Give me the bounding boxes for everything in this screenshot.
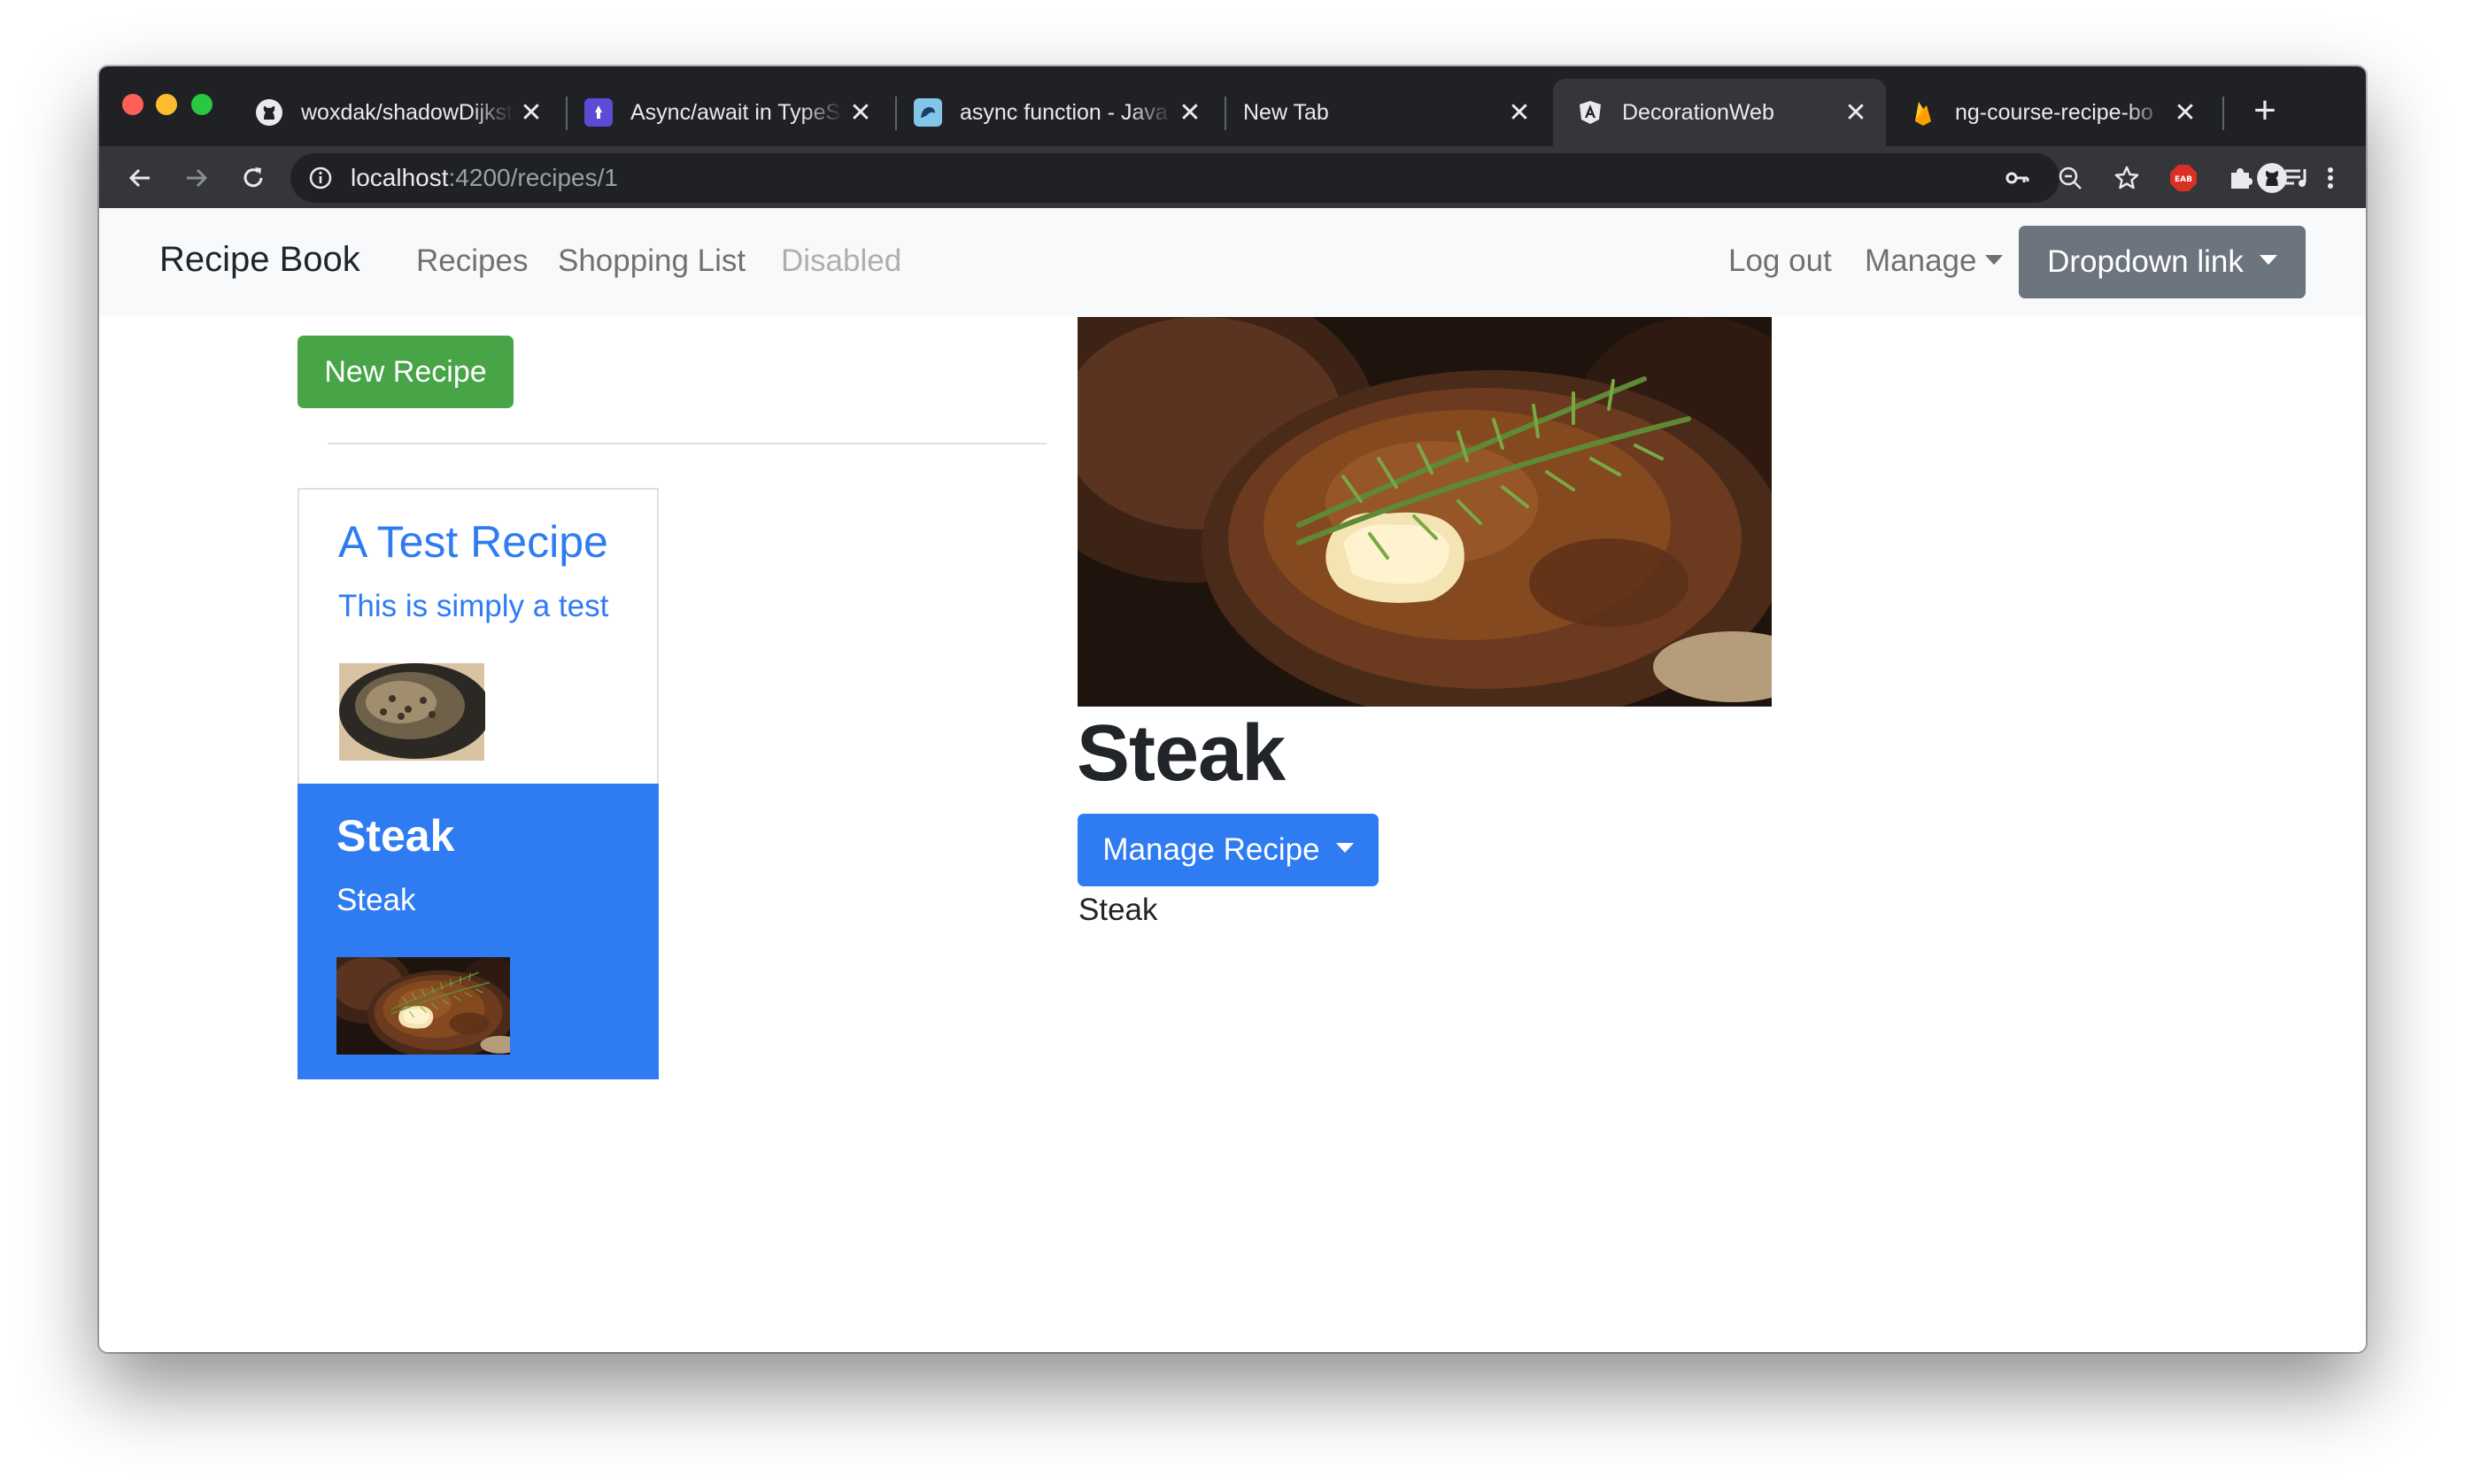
recipe-item-name: Steak [336,811,455,861]
url-text: localhost:4200/recipes/1 [351,164,618,192]
close-tab-icon[interactable]: ✕ [1838,97,1874,128]
mdn-icon [914,98,942,127]
angular-icon [1576,98,1604,127]
tab-title: ng-course-recipe-bo [1955,99,2153,125]
manage-label: Manage [1865,243,1977,278]
recipe-detail-title: Steak [1077,709,1286,798]
async-site-icon [584,98,613,127]
github-icon [255,98,283,127]
tab-title: DecorationWeb [1622,99,1774,125]
reload-icon[interactable] [234,158,273,197]
firebase-icon [1909,98,1937,127]
dropdown-link-label: Dropdown link [2047,244,2244,279]
browser-window: woxdak/shadowDijkst ✕ Async/await in Typ… [99,66,2366,1352]
github-profile-icon[interactable] [2252,158,2291,197]
recipe-list-item[interactable]: A Test Recipe This is simply a test [298,488,659,784]
recipe-thumbnail-image [336,957,510,1055]
close-tab-icon[interactable]: ✕ [1502,97,1537,128]
bookmark-star-icon[interactable] [2107,158,2146,197]
recipe-item-name: A Test Recipe [338,517,608,567]
tab-mdn[interactable]: async function - Java ✕ [891,79,1220,146]
recipe-detail-image [1078,317,1772,707]
site-info-icon[interactable] [308,166,333,190]
zoom-window-button[interactable] [191,94,212,115]
address-bar[interactable]: localhost:4200/recipes/1 [290,153,2059,203]
minimize-window-button[interactable] [156,94,177,115]
adblock-extension-icon[interactable]: EAB [2164,158,2203,197]
recipe-detail-description: Steak [1078,893,1158,927]
manage-recipe-button[interactable]: Manage Recipe [1078,814,1379,886]
browser-menu-icon[interactable] [2311,158,2350,197]
extension-badge: EAB [2175,175,2192,184]
navbar: Recipe Book Recipes Shopping List Disabl… [99,208,2366,316]
close-tab-icon[interactable]: ✕ [514,97,549,128]
tab-firebase[interactable]: ng-course-recipe-bo ✕ [1886,79,2215,146]
caret-down-icon [1985,255,2004,266]
close-tab-icon[interactable]: ✕ [2168,97,2203,128]
key-icon[interactable] [1998,158,2036,197]
url-path: :4200/recipes/1 [448,164,618,191]
nav-dropdown-manage[interactable]: Manage [1865,243,2004,279]
tab-separator [2222,97,2224,130]
navbar-brand[interactable]: Recipe Book [159,240,360,280]
close-tab-icon[interactable]: ✕ [1172,97,1208,128]
nav-link-recipes[interactable]: Recipes [416,243,528,279]
recipe-list: A Test Recipe This is simply a test Stea… [298,488,659,1079]
forward-icon[interactable] [177,158,216,197]
page-viewport: Recipe Book Recipes Shopping List Disabl… [99,208,2366,1352]
caret-down-icon [2259,254,2277,265]
manage-recipe-label: Manage Recipe [1102,832,1320,867]
tab-new-tab[interactable]: New Tab ✕ [1220,79,1549,146]
tab-decorationweb[interactable]: DecorationWeb ✕ [1553,79,1886,146]
recipe-item-description: Steak [336,883,416,917]
browser-toolbar: localhost:4200/recipes/1 EAB [99,146,2366,208]
nav-link-shopping-list[interactable]: Shopping List [558,243,746,279]
tab-async-typescript[interactable]: Async/await in TypeSc ✕ [561,79,891,146]
tab-title: woxdak/shadowDijkst [301,99,513,125]
tab-title: async function - Java [960,99,1168,125]
close-tab-icon[interactable]: ✕ [843,97,878,128]
tab-github[interactable]: woxdak/shadowDijkst ✕ [232,79,561,146]
new-recipe-button[interactable]: New Recipe [298,336,514,408]
url-host: localhost [351,164,449,191]
tab-title: Async/await in TypeSc [630,99,843,125]
zoom-out-icon[interactable] [2051,158,2090,197]
nav-link-disabled: Disabled [781,243,902,278]
nav-link-logout[interactable]: Log out [1728,243,1832,279]
back-icon[interactable] [120,158,159,197]
close-window-button[interactable] [122,94,143,115]
tab-title: New Tab [1243,99,1329,125]
recipe-item-description: This is simply a test [338,589,609,623]
new-tab-button[interactable]: + [2240,86,2290,135]
recipe-list-item-active[interactable]: Steak Steak [298,784,659,1079]
divider [328,443,1047,444]
recipe-thumbnail-image [339,663,485,761]
caret-down-icon [1335,842,1354,853]
dropdown-link-button[interactable]: Dropdown link [2019,226,2306,298]
tab-strip: woxdak/shadowDijkst ✕ Async/await in Typ… [99,66,2366,146]
